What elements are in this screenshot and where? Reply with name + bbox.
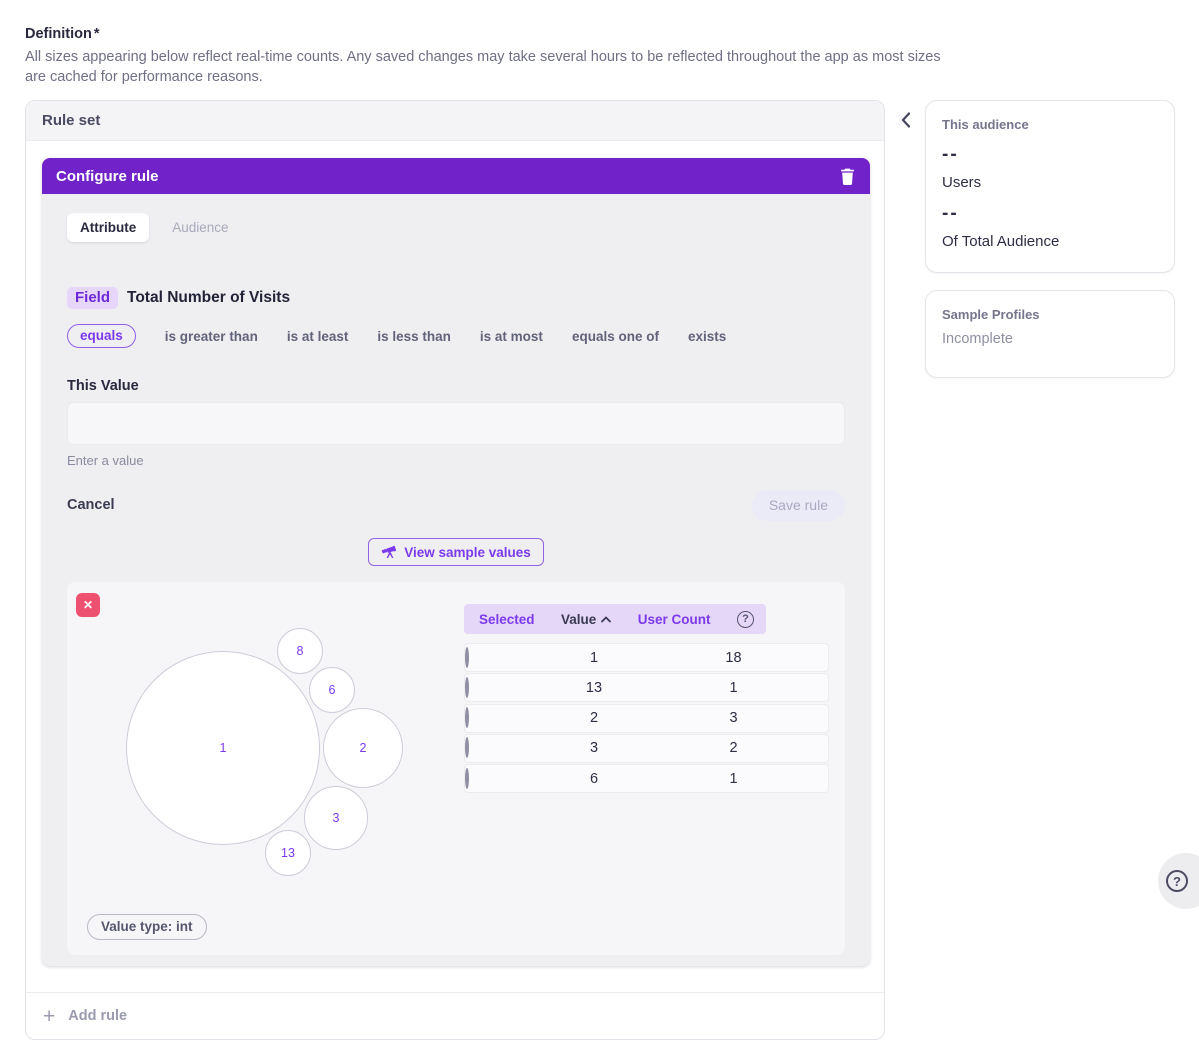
definition-label: Definition * xyxy=(25,26,100,42)
table-row: 32 xyxy=(464,733,829,763)
configure-rule-footer: Cancel Save rule xyxy=(67,489,845,521)
field-name: Total Number of Visits xyxy=(127,289,291,306)
sample-profiles-status: Incomplete xyxy=(942,331,1013,347)
table-row: 23 xyxy=(464,703,829,733)
telescope-icon xyxy=(381,545,397,559)
cancel-button[interactable]: Cancel xyxy=(67,497,115,513)
bubble-label: 1 xyxy=(219,741,227,755)
save-rule-button[interactable]: Save rule xyxy=(751,489,845,521)
cell-value: 1 xyxy=(589,649,599,666)
configure-rule-title: Configure rule xyxy=(56,167,159,185)
cell-user-count: 18 xyxy=(725,649,742,666)
percent-value: -- xyxy=(942,203,959,224)
value-type-chip: Value type: int xyxy=(87,914,207,940)
add-rule-label: Add rule xyxy=(68,1008,128,1024)
audience-definition-page: Definition * All sizes appearing below re… xyxy=(0,0,1199,1064)
bubble-value-3[interactable]: 3 xyxy=(304,786,368,850)
bubble-value-2[interactable]: 2 xyxy=(323,708,403,788)
configure-rule-body: Attribute Audience Field Total Number of … xyxy=(42,194,870,966)
definition-description: All sizes appearing below reflect real-t… xyxy=(25,49,941,85)
sample-table-rows: 1 18 13 1 2 3 3 2 6 1 xyxy=(464,643,829,794)
sort-asc-icon xyxy=(601,616,612,623)
view-sample-values-button[interactable]: View sample values xyxy=(368,538,544,566)
bubble-label: 2 xyxy=(359,741,367,755)
definition-text: Definition xyxy=(25,26,92,42)
column-header-selected[interactable]: Selected xyxy=(479,612,535,627)
operator-list: equals is greater than is at least is less … xyxy=(67,324,845,348)
users-label: Users xyxy=(942,174,982,191)
sample-values-table: Selected Value User Count ? 1 18 13 1 2 3 3 2 6 1 xyxy=(464,604,829,794)
column-header-user-count[interactable]: User Count xyxy=(638,612,711,627)
rule-set-header: Rule set xyxy=(26,101,884,141)
plus-icon: + xyxy=(43,1004,56,1028)
rule-type-tabs: Attribute Audience xyxy=(67,212,845,242)
radio-select-value-13[interactable] xyxy=(465,676,469,698)
bubble-value-8[interactable]: 8 xyxy=(277,628,323,674)
trash-icon[interactable] xyxy=(838,167,856,185)
cell-user-count: 1 xyxy=(729,770,738,787)
this-audience-title: This audience xyxy=(942,117,1029,132)
sample-profiles-title: Sample Profiles xyxy=(942,307,1040,322)
cell-user-count: 3 xyxy=(729,710,738,727)
operator-is-at-least[interactable]: is at least xyxy=(287,329,349,344)
bubble-value-6[interactable]: 6 xyxy=(309,667,355,713)
field-badge: Field xyxy=(67,287,119,309)
table-row: 1 18 xyxy=(464,643,829,672)
cell-value: 6 xyxy=(589,770,599,787)
column-header-value[interactable]: Value xyxy=(561,612,612,627)
view-sample-values-label: View sample values xyxy=(404,544,531,560)
operator-equals-one-of[interactable]: equals one of xyxy=(572,329,659,344)
sample-values-panel: ✕ 1862313 Selected Value User Count xyxy=(67,582,845,955)
radio-select-value-6[interactable] xyxy=(465,767,469,789)
bubble-label: 13 xyxy=(281,846,295,860)
cell-user-count: 1 xyxy=(729,679,738,696)
radio-select-value-1[interactable] xyxy=(465,646,469,668)
operator-is-greater-than[interactable]: is greater than xyxy=(165,329,258,344)
view-sample-values-wrap: View sample values xyxy=(67,538,845,566)
percent-label: Of Total Audience xyxy=(942,233,1060,250)
rule-set-card: Rule set Configure rule Attribute Audienc… xyxy=(25,100,885,1040)
operator-is-at-most[interactable]: is at most xyxy=(480,329,543,344)
cell-value: 13 xyxy=(585,679,603,696)
bubble-label: 3 xyxy=(332,811,340,825)
table-row: 61 xyxy=(464,764,829,794)
required-asterisk: * xyxy=(93,26,100,42)
sample-table-header: Selected Value User Count ? xyxy=(464,604,766,634)
bubble-label: 8 xyxy=(296,644,304,658)
value-label: This Value xyxy=(67,378,139,394)
field-row: Field Total Number of Visits xyxy=(67,286,845,310)
tab-attribute[interactable]: Attribute xyxy=(67,212,150,242)
add-rule-button[interactable]: + Add rule xyxy=(26,992,884,1039)
help-circle-icon[interactable]: ? xyxy=(736,610,754,628)
cell-value: 3 xyxy=(589,740,599,757)
value-helper-text: Enter a value xyxy=(67,453,144,468)
value-input[interactable] xyxy=(67,402,845,445)
sample-profiles-card: Sample Profiles Incomplete xyxy=(925,290,1175,378)
operator-equals[interactable]: equals xyxy=(67,324,136,348)
this-audience-card: This audience -- Users -- Of Total Audie… xyxy=(925,100,1175,273)
table-row: 13 1 xyxy=(464,673,829,703)
question-mark-icon: ? xyxy=(1166,870,1188,892)
radio-select-value-3[interactable] xyxy=(465,737,469,759)
chevron-left-icon[interactable] xyxy=(897,109,915,131)
tab-audience[interactable]: Audience xyxy=(159,213,241,242)
bubble-value-13[interactable]: 13 xyxy=(265,830,311,876)
radio-select-value-2[interactable] xyxy=(465,707,469,729)
configure-rule-card: Configure rule Attribute Audience Field T… xyxy=(42,158,870,966)
bubble-label: 6 xyxy=(328,683,336,697)
cell-value: 2 xyxy=(589,710,599,727)
operator-is-less-than[interactable]: is less than xyxy=(377,329,451,344)
rule-set-title: Rule set xyxy=(42,112,101,129)
configure-rule-header: Configure rule xyxy=(42,158,870,194)
help-button[interactable]: ? xyxy=(1158,853,1199,909)
users-value: -- xyxy=(942,144,959,165)
cell-user-count: 2 xyxy=(729,740,738,757)
bubble-value-1[interactable]: 1 xyxy=(126,651,320,845)
operator-exists[interactable]: exists xyxy=(688,329,726,344)
